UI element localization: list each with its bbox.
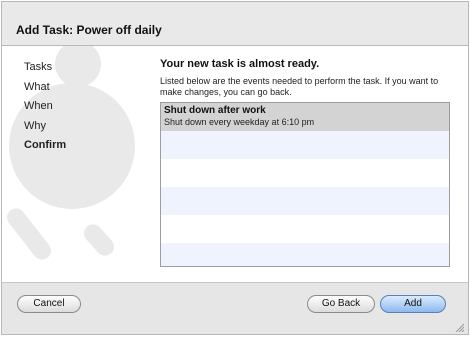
assistant-window: Add Task: Power off daily Tasks What Whe… (1, 1, 469, 335)
page-description: Listed below are the events needed to pe… (160, 76, 439, 97)
event-subtitle: Shut down every weekday at 6:10 pm (164, 117, 315, 127)
content-area: Tasks What When Why Confirm Your new tas… (2, 46, 468, 283)
step-why: Why (24, 119, 46, 132)
empty-row (161, 215, 449, 243)
event-title: Shut down after work (164, 105, 266, 116)
empty-row (161, 243, 449, 266)
events-list[interactable]: Shut down after work Shut down every wee… (160, 102, 450, 267)
window-title: Add Task: Power off daily (16, 23, 162, 37)
step-tasks: Tasks (24, 61, 53, 73)
title-bar: Add Task: Power off daily (2, 2, 468, 46)
empty-row (161, 159, 449, 187)
resize-grip-icon[interactable] (454, 322, 464, 332)
add-button[interactable]: Add (380, 295, 446, 313)
page-heading: Your new task is almost ready. (160, 58, 320, 70)
go-back-button[interactable]: Go Back (307, 295, 375, 313)
step-when: When (24, 100, 53, 112)
event-row[interactable]: Shut down after work Shut down every wee… (161, 103, 449, 131)
step-confirm: Confirm (24, 139, 67, 151)
step-what: What (24, 80, 50, 93)
empty-row (161, 187, 449, 215)
button-bar: Cancel Go Back Add (2, 283, 468, 334)
cancel-button[interactable]: Cancel (17, 295, 81, 313)
empty-row (161, 131, 449, 159)
steps-sidebar: Tasks What When Why Confirm (24, 58, 134, 156)
